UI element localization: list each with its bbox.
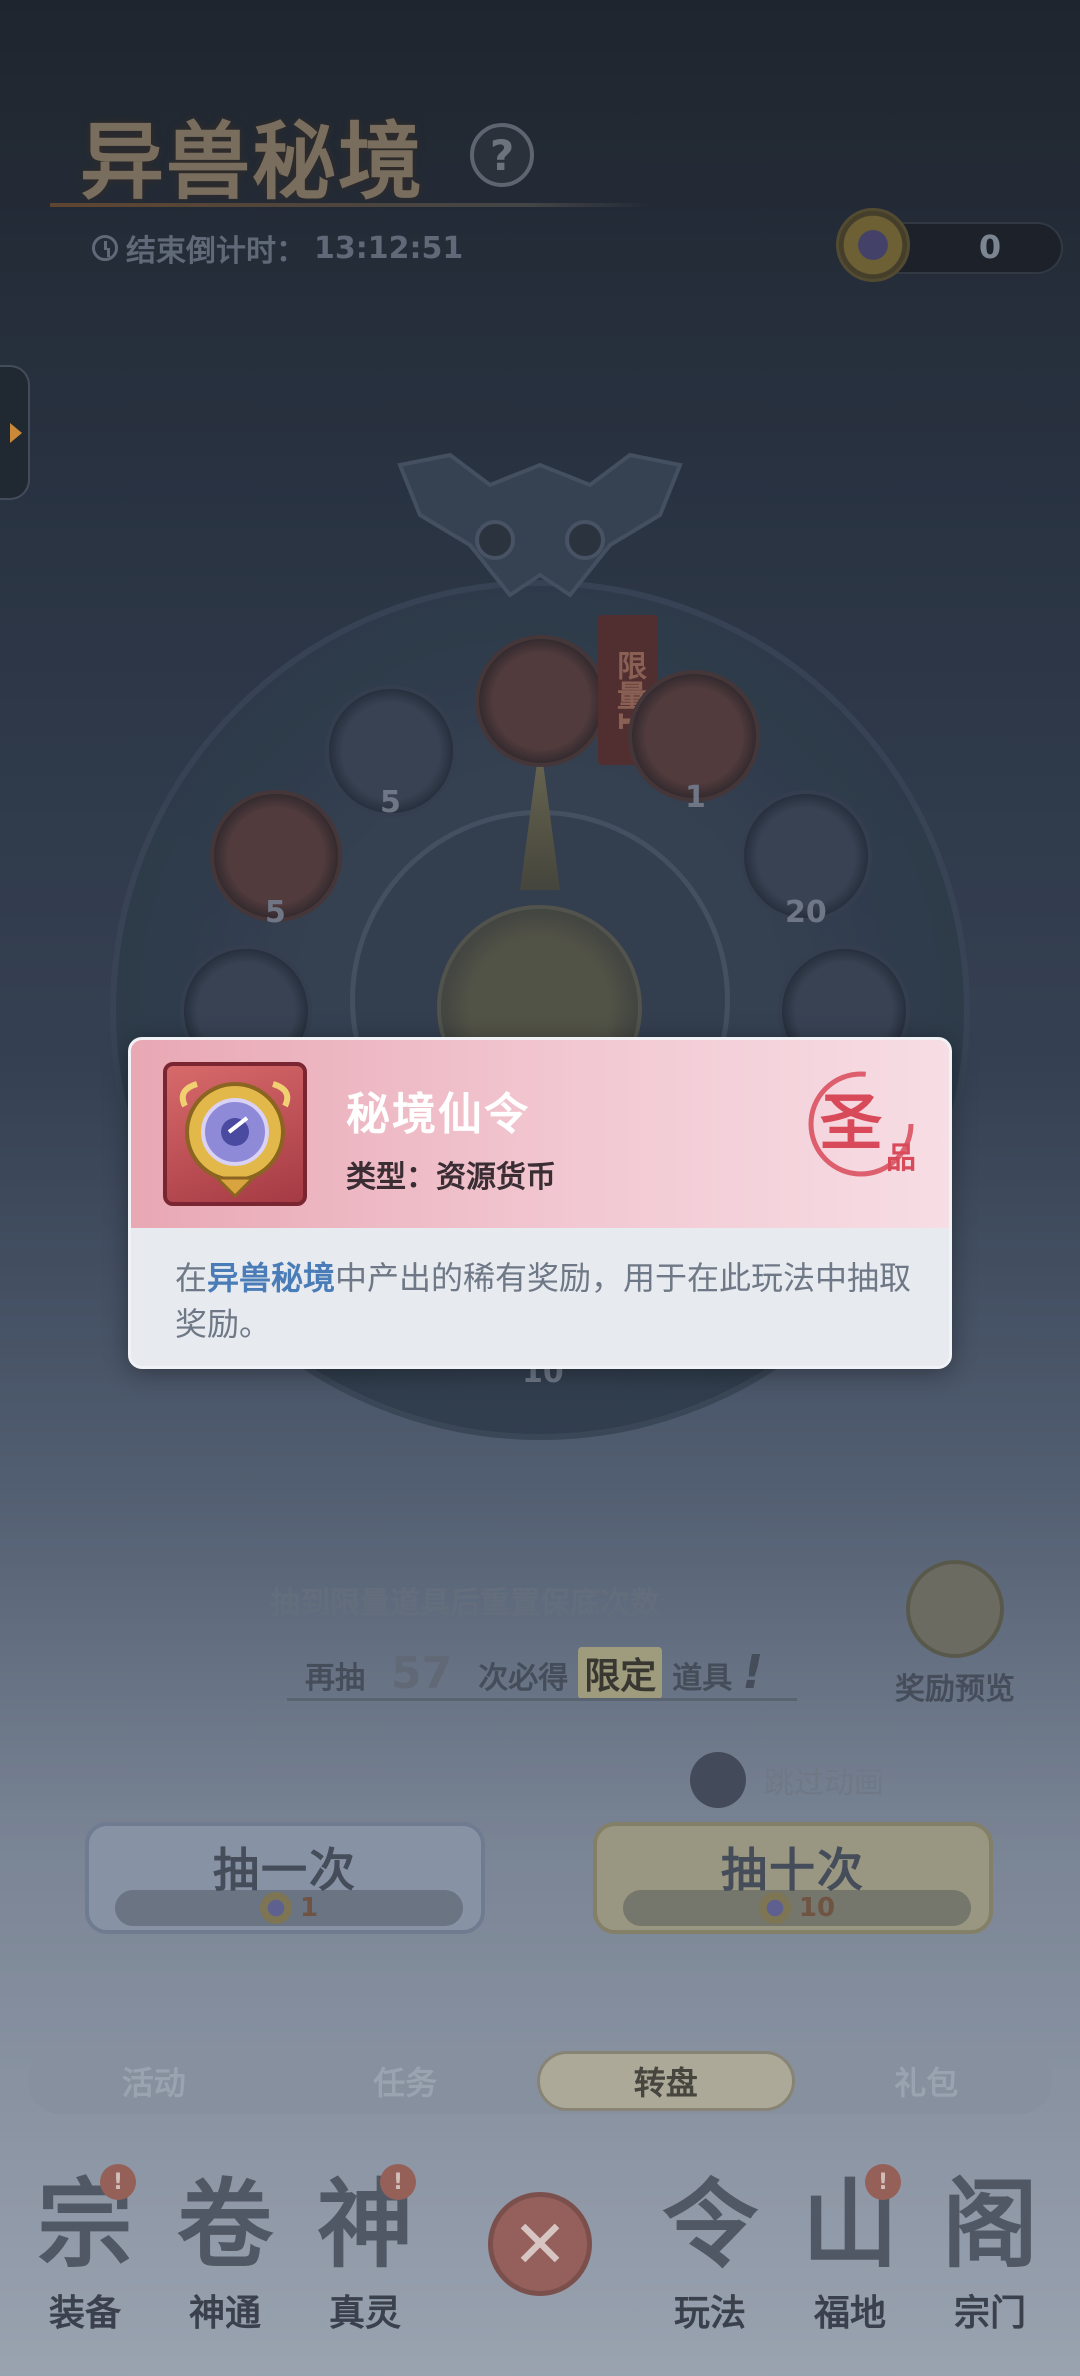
immortal-token-icon	[179, 1081, 291, 1199]
item-icon-frame	[163, 1062, 307, 1206]
item-detail-popup: 秘境仙令 类型：资源货币 圣 品 在异兽秘境中产出的稀有奖励，用于在此玩法中抽取…	[128, 1037, 952, 1369]
item-type-value: 资源货币	[436, 1160, 556, 1195]
item-name: 秘境仙令	[346, 1089, 530, 1140]
grade-seal: 圣 品	[808, 1071, 916, 1177]
item-type-label: 类型：	[346, 1160, 436, 1195]
game-background: 异兽秘境 ? 结束倒计时： 13:12:51 0 限量1 5 1 5 20 10…	[0, 0, 1080, 2376]
item-description: 在异兽秘境中产出的稀有奖励，用于在此玩法中抽取奖励。	[175, 1255, 915, 1347]
desc-pre: 在	[175, 1259, 208, 1297]
item-type: 类型：资源货币	[346, 1152, 556, 1196]
desc-highlight: 异兽秘境	[207, 1259, 336, 1297]
grade-seal-main: 圣	[820, 1086, 882, 1159]
grade-seal-sub: 品	[886, 1141, 916, 1176]
